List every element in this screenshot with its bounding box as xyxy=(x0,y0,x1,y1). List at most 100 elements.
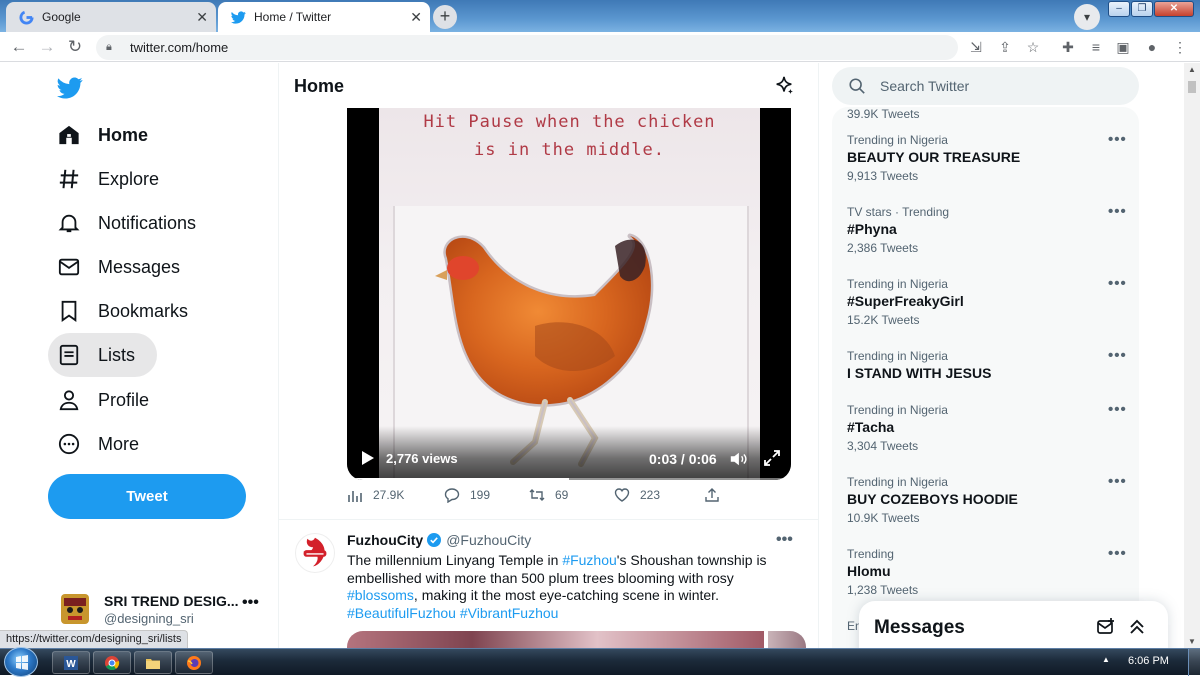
tweet-author-handle[interactable]: @FuzhouCity xyxy=(446,532,531,548)
media-control-icon[interactable]: ≡ xyxy=(1086,37,1106,57)
word-icon[interactable]: W xyxy=(52,651,90,674)
account-switcher[interactable]: SRI TREND DESIG... @designing_sri ••• xyxy=(58,590,270,630)
nav-more[interactable]: More xyxy=(48,422,161,466)
reload-icon[interactable]: ↻ xyxy=(64,36,86,58)
tweet-author-name[interactable]: FuzhouCity xyxy=(347,532,423,548)
share-icon xyxy=(705,488,719,502)
tab-search-chevron-icon[interactable]: ▾ xyxy=(1074,4,1100,30)
window-close-button[interactable]: ✕ xyxy=(1154,1,1194,17)
tab-google-label: Google xyxy=(42,10,81,24)
scroll-down-arrow-icon[interactable]: ▼ xyxy=(1184,637,1200,646)
like-action[interactable]: 223 xyxy=(614,487,660,503)
video-progress-bar[interactable] xyxy=(355,478,783,480)
hashtag-link[interactable]: #Fuzhou xyxy=(562,552,616,568)
side-panel-icon[interactable]: ▣ xyxy=(1113,37,1133,57)
hashtag-link[interactable]: #blossoms xyxy=(347,587,414,603)
firefox-icon[interactable] xyxy=(175,651,213,674)
trend-more-icon[interactable]: ••• xyxy=(1108,203,1127,220)
windows-taskbar: W ▲ 6:06 PM xyxy=(0,647,1200,677)
trend-item[interactable]: Trending in Nigeria BEAUTY OUR TREASURE 9,… xyxy=(832,131,1139,203)
reply-icon xyxy=(444,488,460,503)
sparkle-icon[interactable] xyxy=(773,75,795,97)
trend-item[interactable]: Trending in Nigeria BUY COZEBOYS HOODIE 10… xyxy=(832,473,1139,545)
trend-item[interactable]: Trending in Nigeria #Tacha 3,304 Tweets ••• xyxy=(832,401,1139,473)
tab-google[interactable]: Google ✕ xyxy=(6,2,216,32)
tab-twitter[interactable]: Home / Twitter ✕ xyxy=(218,2,430,32)
close-tab-icon[interactable]: ✕ xyxy=(410,9,422,25)
tweet-media-image-2[interactable] xyxy=(768,631,806,648)
nav-home[interactable]: Home xyxy=(48,113,170,157)
forward-arrow-icon[interactable]: → xyxy=(36,36,58,58)
trend-more-icon[interactable]: ••• xyxy=(1108,473,1127,490)
chevron-up-double-icon[interactable] xyxy=(1127,617,1147,637)
account-more-icon[interactable]: ••• xyxy=(242,594,259,612)
tweet-button[interactable]: Tweet xyxy=(48,474,246,519)
twitter-bird-icon xyxy=(230,9,246,25)
install-app-icon[interactable]: ⇲ xyxy=(966,37,986,57)
trend-context: Trending in Nigeria xyxy=(847,277,948,291)
address-url: twitter.com/home xyxy=(130,40,229,55)
address-bar[interactable]: 🔒︎ twitter.com/home xyxy=(96,35,958,60)
tweet-fuzhoucity[interactable]: FuzhouCity @FuzhouCity ••• The millenniu… xyxy=(279,520,818,648)
nav-profile[interactable]: Profile xyxy=(48,378,171,422)
avatar[interactable] xyxy=(295,533,335,573)
tray-expand-icon[interactable]: ▲ xyxy=(1102,655,1110,664)
close-tab-icon[interactable]: ✕ xyxy=(196,9,208,25)
trend-item[interactable]: Trending in Nigeria #SuperFreakyGirl 15.2K… xyxy=(832,275,1139,347)
scroll-up-arrow-icon[interactable]: ▲ xyxy=(1184,65,1200,74)
home-icon xyxy=(58,124,80,146)
trend-more-icon[interactable]: ••• xyxy=(1108,545,1127,562)
chrome-icon[interactable] xyxy=(93,651,131,674)
trend-item[interactable]: TV stars · Trending #Phyna 2,386 Tweets ••• xyxy=(832,203,1139,275)
browser-menu-icon[interactable]: ⋮ xyxy=(1170,37,1190,57)
bookmark-star-icon[interactable]: ☆ xyxy=(1023,37,1043,57)
hashtag-link[interactable]: #BeautifulFuzhou xyxy=(347,605,456,621)
folder-icon[interactable] xyxy=(134,651,172,674)
video-player[interactable]: Hit Pause when the chicken is in the mid… xyxy=(347,108,791,480)
reply-action[interactable]: 199 xyxy=(444,487,490,503)
video-caption: Hit Pause when the chicken is in the mid… xyxy=(379,108,760,164)
fullscreen-icon[interactable] xyxy=(764,450,780,466)
volume-icon[interactable] xyxy=(729,450,747,468)
trend-more-icon[interactable]: ••• xyxy=(1108,401,1127,418)
trend-more-icon[interactable]: ••• xyxy=(1108,347,1127,364)
nav-notifications[interactable]: Notifications xyxy=(48,201,218,245)
show-desktop-button[interactable] xyxy=(1188,649,1200,676)
messages-drawer-title: Messages xyxy=(874,617,965,638)
twitter-logo-icon[interactable] xyxy=(56,75,86,101)
lists-icon xyxy=(58,344,80,366)
trend-more-icon[interactable]: ••• xyxy=(1108,131,1127,148)
play-icon[interactable] xyxy=(359,450,375,466)
tweet-media-image[interactable] xyxy=(347,631,764,648)
new-tab-button[interactable]: + xyxy=(433,5,457,29)
trend-context: Trending in Nigeria xyxy=(847,133,948,147)
person-icon xyxy=(58,389,80,411)
start-button[interactable] xyxy=(4,647,38,677)
page-scrollbar[interactable]: ▲ ▼ xyxy=(1184,63,1200,648)
tweet-more-icon[interactable]: ••• xyxy=(776,531,793,549)
scroll-thumb[interactable] xyxy=(1188,81,1196,93)
trend-context: Trending in Nigeria xyxy=(847,403,948,417)
page-title: Home xyxy=(294,76,345,96)
profile-avatar-icon[interactable]: ● xyxy=(1142,37,1162,57)
analytics-action[interactable]: 27.9K xyxy=(347,487,404,503)
taskbar-clock[interactable]: 6:06 PM xyxy=(1128,655,1169,667)
hashtag-link[interactable]: #VibrantFuzhou xyxy=(460,605,559,621)
back-arrow-icon[interactable]: ← xyxy=(8,36,30,58)
share-action[interactable] xyxy=(704,487,730,503)
trend-more-icon[interactable]: ••• xyxy=(1108,275,1127,292)
nav-messages[interactable]: Messages xyxy=(48,245,202,289)
search-input[interactable]: Search Twitter xyxy=(832,67,1139,105)
extensions-puzzle-icon[interactable]: ✚ xyxy=(1058,37,1078,57)
nav-lists[interactable]: Lists xyxy=(48,333,158,377)
retweet-action[interactable]: 69 xyxy=(529,487,568,503)
messages-drawer[interactable]: Messages xyxy=(859,601,1168,648)
trend-title: #SuperFreakyGirl xyxy=(847,293,964,309)
new-message-icon[interactable] xyxy=(1096,617,1116,637)
video-frame: Hit Pause when the chicken is in the mid… xyxy=(379,108,760,480)
nav-bookmarks[interactable]: Bookmarks xyxy=(48,289,210,333)
restore-button[interactable]: ❐ xyxy=(1131,1,1153,17)
share-icon[interactable]: ⇪ xyxy=(995,37,1015,57)
minimize-button[interactable]: – xyxy=(1108,1,1130,17)
nav-explore[interactable]: Explore xyxy=(48,157,181,201)
